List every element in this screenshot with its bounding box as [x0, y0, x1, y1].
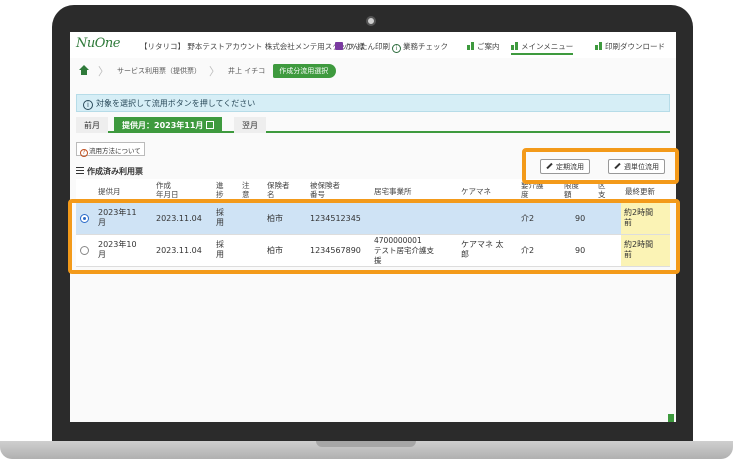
laptop-notch	[316, 441, 416, 447]
grid-icon	[511, 42, 519, 50]
table-header: 提供月 作成 年月日 進 捗 注 意 保険者 名 被保険者 番号 居宅事業所 ケ…	[76, 179, 670, 203]
print-link[interactable]: かんたん印刷	[335, 41, 390, 52]
weekly-reuse-button[interactable]: 週単位流用	[608, 159, 665, 174]
section-title-text: 作成済み利用票	[87, 167, 143, 176]
chevron-right-icon: 〉	[209, 65, 220, 78]
check-link[interactable]: i 業務チェック	[392, 41, 448, 53]
guide-link[interactable]: ご案内	[467, 41, 500, 52]
printer-icon	[335, 42, 343, 50]
col-updated[interactable]: 最終更新	[625, 187, 655, 196]
app-logo[interactable]: NuOne	[76, 36, 120, 51]
cell-care-level: 介2	[521, 214, 535, 223]
guide-label: ご案内	[477, 42, 500, 51]
cell-care-level: 介2	[521, 246, 535, 255]
col-k[interactable]: 区 支	[598, 181, 606, 199]
info-text: 対象を選択して流用ボタンを押してください	[96, 99, 256, 108]
grid-icon	[595, 42, 603, 50]
breadcrumb-current: 作成分流用選択	[273, 64, 337, 78]
weekly-reuse-label: 週単位流用	[624, 163, 659, 171]
row-radio[interactable]	[80, 214, 89, 223]
print-label: かんたん印刷	[345, 42, 390, 51]
tab-current-month[interactable]: 提供月：2023年11月	[114, 117, 223, 133]
cell-insured-no: 1234512345	[310, 214, 361, 223]
download-label: 印刷ダウンロード	[605, 42, 665, 51]
app-screen: NuOne 【リタリコ】 野本テストアカウント 株式会社メンテ用スタッフ 様 か…	[70, 32, 676, 422]
cell-insured-no: 1234567890	[310, 246, 361, 255]
main-menu-link[interactable]: メインメニュー	[511, 41, 574, 55]
question-icon: ?	[80, 149, 88, 157]
col-care-level[interactable]: 要介護 度	[521, 181, 544, 199]
col-limit[interactable]: 限度 額	[564, 181, 579, 199]
periodic-reuse-label: 定期流用	[556, 163, 584, 171]
pencil-icon	[614, 162, 621, 170]
updated-text: 約2時間 前	[624, 208, 654, 227]
info-icon: i	[83, 100, 93, 110]
cell-insurer: 柏市	[267, 214, 283, 223]
col-insurer[interactable]: 保険者 名	[267, 181, 290, 199]
col-month[interactable]: 提供月	[98, 187, 121, 196]
chevron-right-icon: 〉	[98, 65, 109, 78]
check-label: 業務チェック	[403, 42, 448, 51]
cell-office: 4700000001 テスト居宅介護支 援	[374, 236, 434, 265]
section-title: 作成済み利用票	[76, 166, 143, 177]
info-message: i 対象を選択して流用ボタンを押してください	[76, 94, 670, 112]
user-info: 【リタリコ】 野本テストアカウント 株式会社メンテ用スタッフ 様	[140, 42, 365, 51]
breadcrumb: 〉 サービス利用票（提供票） 〉 井上 イチコ 作成分流用選択	[78, 64, 337, 78]
howto-button[interactable]: ? 流用方法について	[76, 142, 145, 157]
app-header: NuOne 【リタリコ】 野本テストアカウント 株式会社メンテ用スタッフ 様 か…	[70, 32, 676, 58]
cell-month: 2023年10 月	[98, 240, 137, 259]
home-icon[interactable]	[78, 65, 90, 77]
table-row[interactable]: 2023年10 月 2023.11.04 採 用 柏市 1234567890 4…	[76, 235, 670, 267]
tab-next-month[interactable]: 翌月	[234, 117, 266, 133]
cell-care-manager: ケアマネ 太 郎	[461, 240, 504, 259]
current-month-label: 提供月：2023年11月	[122, 121, 204, 130]
download-link[interactable]: 印刷ダウンロード	[595, 41, 665, 52]
periodic-reuse-button[interactable]: 定期流用	[540, 159, 590, 174]
cell-updated: 約2時間 前	[621, 235, 670, 266]
cell-progress: 採 用	[216, 240, 224, 259]
col-care-manager[interactable]: ケアマネ	[461, 187, 491, 196]
breadcrumb-item[interactable]: サービス利用票（提供票）	[113, 66, 209, 76]
cell-limit: 90	[575, 246, 586, 255]
col-created[interactable]: 作成 年月日	[156, 181, 179, 199]
cell-limit: 90	[575, 214, 586, 223]
cell-updated: 約2時間 前	[621, 203, 670, 234]
cell-created: 2023.11.04	[156, 246, 202, 255]
calendar-icon[interactable]	[206, 121, 215, 129]
info-icon: i	[392, 44, 401, 53]
table-row[interactable]: 2023年11 月 2023.11.04 採 用 柏市 1234512345 介…	[76, 203, 670, 235]
pencil-icon	[546, 162, 553, 170]
cell-insurer: 柏市	[267, 246, 283, 255]
col-note[interactable]: 注 意	[242, 181, 250, 199]
tab-prev-month[interactable]: 前月	[76, 117, 108, 133]
month-tabs: 前月 提供月：2023年11月 翌月	[76, 117, 670, 133]
col-office[interactable]: 居宅事業所	[374, 187, 412, 196]
howto-label: 流用方法について	[89, 147, 141, 155]
scroll-handle[interactable]	[668, 414, 674, 422]
row-radio[interactable]	[80, 246, 89, 255]
list-icon	[76, 167, 84, 174]
grid-icon	[467, 42, 475, 50]
cell-created: 2023.11.04	[156, 214, 202, 223]
col-insured-no[interactable]: 被保険者 番号	[310, 181, 340, 199]
cell-progress: 採 用	[216, 208, 224, 227]
col-progress[interactable]: 進 捗	[216, 181, 224, 199]
cell-month: 2023年11 月	[98, 208, 137, 227]
breadcrumb-item[interactable]: 井上 イチコ	[224, 66, 273, 76]
main-menu-label: メインメニュー	[521, 42, 574, 51]
updated-text: 約2時間 前	[624, 240, 654, 259]
camera-icon	[366, 16, 376, 26]
